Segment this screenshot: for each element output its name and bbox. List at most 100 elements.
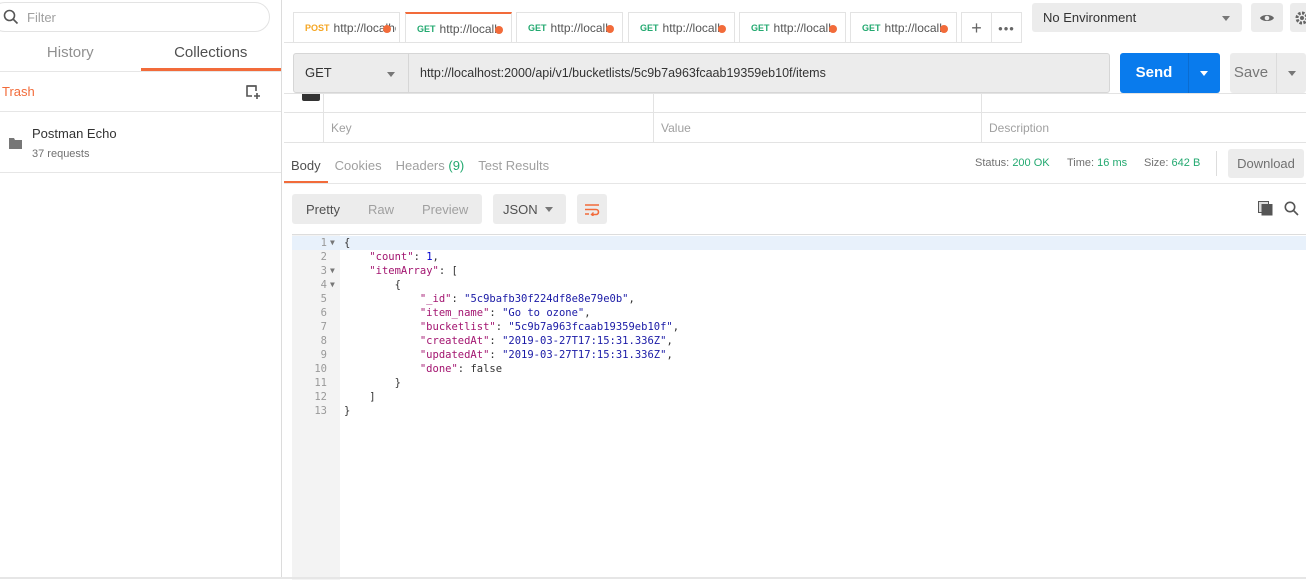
send-options-icon[interactable] — [1200, 71, 1208, 76]
fold-toggle-icon[interactable]: ▼ — [330, 278, 335, 292]
line-number: 9 — [320, 349, 327, 361]
more-icon: ••• — [998, 20, 1015, 36]
new-tab-button[interactable]: + — [961, 12, 992, 43]
tab-test-results[interactable]: Test Results — [471, 150, 556, 183]
send-button[interactable]: Send — [1120, 53, 1220, 93]
request-tab[interactable]: GEThttp://localhost — [405, 12, 512, 43]
code-line: 13} — [292, 404, 1306, 418]
response-size: Size: 642 B — [1144, 157, 1201, 169]
settings-button[interactable] — [1290, 3, 1306, 32]
save-label: Save — [1233, 64, 1269, 81]
code-token: "itemArray" — [369, 265, 439, 277]
code-line: 4 ▼ { — [292, 278, 1306, 292]
code-token: "Go to ozone" — [502, 307, 585, 319]
code-line: 3 ▼ "itemArray": [ — [292, 264, 1306, 278]
code-token: "5c9bafb30f224df8e8e79e0b" — [464, 293, 629, 305]
code-token: : — [413, 251, 427, 263]
download-button[interactable]: Download — [1228, 149, 1304, 178]
code-token: : — [495, 321, 509, 333]
sidebar: History Collections Trash Postman Echo 3… — [0, 0, 282, 579]
tab-body[interactable]: Body — [284, 150, 328, 183]
code-token: ] — [369, 391, 376, 403]
code-token: "updatedAt" — [419, 349, 490, 361]
filter-field[interactable] — [0, 2, 270, 32]
code-text: "itemArray": [ — [344, 264, 458, 278]
request-tab[interactable]: GEThttp://localhost — [628, 12, 735, 43]
code-token: "5c9b7a963fcaab19359eb10f" — [508, 321, 673, 333]
code-text: "bucketlist": "5c9b7a963fcaab19359eb10f"… — [344, 320, 679, 334]
code-text: "item_name": "Go to ozone", — [344, 306, 591, 320]
code-token: : — [489, 335, 503, 347]
send-label: Send — [1135, 64, 1173, 81]
response-status: Status: 200 OK — [975, 157, 1050, 169]
code-token: { — [394, 279, 401, 291]
environment-select[interactable]: No Environment — [1032, 3, 1242, 32]
environment-quick-look-button[interactable] — [1251, 3, 1283, 32]
tab-method: GET — [751, 23, 770, 33]
line-number: 13 — [314, 405, 327, 417]
fold-toggle-icon[interactable]: ▼ — [330, 236, 335, 250]
collection-count: 37 requests — [32, 148, 90, 160]
tab-headers[interactable]: Headers (9) — [389, 150, 472, 183]
code-token: "2019-03-27T17:15:31.336Z" — [502, 349, 667, 361]
request-tab[interactable]: POSThttp://localhost — [293, 12, 400, 43]
code-text: "updatedAt": "2019-03-27T17:15:31.336Z", — [344, 348, 673, 362]
line-number: 8 — [320, 335, 327, 347]
code-line: 2 "count": 1, — [292, 250, 1306, 264]
code-token: , — [666, 335, 673, 347]
param-description-input[interactable]: Description — [981, 112, 1306, 143]
save-options-icon[interactable] — [1288, 71, 1296, 76]
request-tab[interactable]: GEThttp://localhost — [739, 12, 846, 43]
pretty-button[interactable]: Pretty — [292, 202, 354, 217]
param-value-input[interactable]: Value — [653, 112, 982, 143]
line-number: 6 — [320, 307, 327, 319]
tab-method: GET — [528, 23, 547, 33]
code-text: "createdAt": "2019-03-27T17:15:31.336Z", — [344, 334, 673, 348]
tab-url: http://localhost — [884, 21, 947, 35]
request-tab[interactable]: GEThttp://localhost — [516, 12, 623, 43]
copy-icon[interactable] — [1258, 201, 1273, 216]
trash-link[interactable]: Trash — [2, 84, 35, 99]
format-select[interactable]: JSON — [493, 194, 566, 224]
code-token: : [ — [438, 265, 458, 277]
headers-label: Headers — [395, 158, 445, 173]
save-button[interactable]: Save — [1230, 53, 1306, 93]
code-text: { — [344, 278, 401, 292]
response-tabs: Body Cookies Headers (9) Test Results — [284, 150, 556, 183]
request-tab[interactable]: GEThttp://localhost — [850, 12, 957, 43]
response-time: Time: 16 ms — [1067, 157, 1128, 169]
unsaved-dot-icon — [940, 25, 948, 33]
fold-toggle-icon[interactable]: ▼ — [330, 264, 335, 278]
filter-input[interactable] — [27, 9, 227, 25]
raw-button[interactable]: Raw — [354, 202, 408, 217]
tab-method: GET — [862, 23, 881, 33]
collection-item[interactable]: Postman Echo 37 requests — [0, 112, 281, 172]
param-key-input[interactable]: Key — [323, 112, 654, 143]
search-icon[interactable] — [1284, 201, 1299, 216]
method-select[interactable]: GET — [293, 53, 409, 93]
code-line: 5 "_id": "5c9bafb30f224df8e8e79e0b", — [292, 292, 1306, 306]
wrap-lines-button[interactable] — [577, 194, 607, 224]
line-number: 4 — [320, 279, 327, 291]
code-token: "bucketlist" — [419, 321, 496, 333]
chevron-down-icon — [545, 207, 553, 212]
tab-cookies[interactable]: Cookies — [328, 150, 389, 183]
url-input[interactable]: http://localhost:2000/api/v1/bucketlists… — [408, 53, 1110, 93]
divider — [0, 172, 281, 173]
code-token: "count" — [369, 251, 414, 263]
preview-button[interactable]: Preview — [408, 202, 482, 217]
chevron-down-icon — [387, 72, 395, 77]
tab-method: GET — [417, 23, 436, 34]
code-token: : false — [457, 363, 503, 375]
code-token: , — [666, 349, 673, 361]
code-line: 12 ] — [292, 390, 1306, 404]
response-body-editor[interactable]: 1 ▼{2 "count": 1, 3 ▼ "itemArray": [4 ▼ {5 "… — [292, 234, 1306, 580]
more-tabs-button[interactable]: ••• — [991, 12, 1022, 43]
code-text: } — [344, 376, 401, 390]
unsaved-dot-icon — [718, 25, 726, 33]
format-value: JSON — [503, 201, 538, 217]
new-collection-icon[interactable] — [244, 83, 262, 101]
tab-collections[interactable]: Collections — [140, 38, 281, 71]
params-row-partial — [284, 93, 1306, 113]
tab-history[interactable]: History — [0, 38, 141, 71]
